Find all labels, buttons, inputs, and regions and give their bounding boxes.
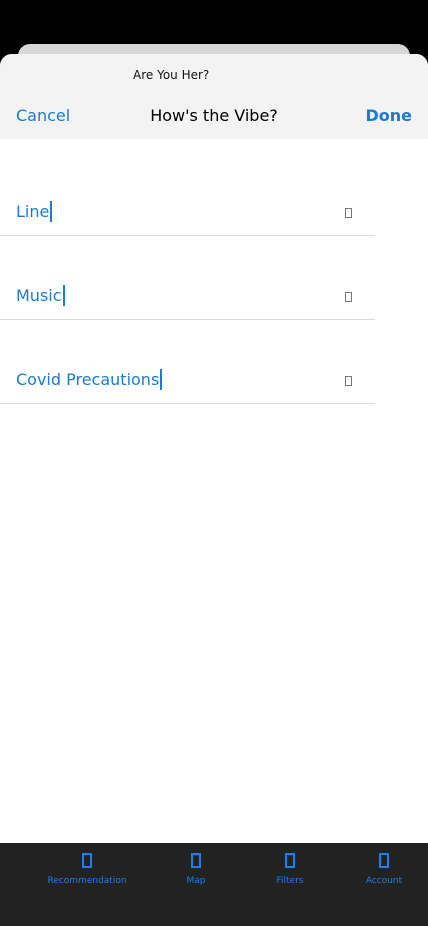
text-caret xyxy=(160,369,163,390)
tab-placeholder-icon xyxy=(82,853,92,868)
tab-recommendation[interactable]: Recommendation xyxy=(37,853,137,886)
line-field-input[interactable]: Line xyxy=(16,201,53,222)
square-outline-icon[interactable] xyxy=(345,376,352,386)
page-title: How's the Vibe? xyxy=(150,106,278,125)
done-button[interactable]: Done xyxy=(365,106,412,125)
tab-account[interactable]: Account xyxy=(334,853,428,886)
tab-placeholder-icon xyxy=(191,853,201,868)
line-field-text: Line xyxy=(16,202,50,221)
tab-placeholder-icon xyxy=(379,853,389,868)
tab-filters[interactable]: Filters xyxy=(240,853,340,886)
nav-subtitle: Are You Her? xyxy=(133,68,210,82)
square-outline-icon[interactable] xyxy=(345,292,352,302)
line-field[interactable]: Line xyxy=(0,195,375,236)
music-field-text: Music xyxy=(16,286,62,305)
tab-recommendation-label: Recommendation xyxy=(47,876,127,886)
covid-precautions-field[interactable]: Covid Precautions xyxy=(0,363,375,404)
square-outline-icon[interactable] xyxy=(345,208,352,218)
tab-filters-label: Filters xyxy=(276,876,304,886)
text-caret xyxy=(50,201,53,222)
tab-map-label: Map xyxy=(186,876,206,886)
music-field-input[interactable]: Music xyxy=(16,285,65,306)
navigation-bar: Are You Her? Cancel How's the Vibe? Done xyxy=(0,54,428,139)
tab-placeholder-icon xyxy=(285,853,295,868)
tab-account-label: Account xyxy=(365,876,403,886)
modal-sheet: Are You Her? Cancel How's the Vibe? Done… xyxy=(0,54,428,843)
text-caret xyxy=(62,285,65,306)
tab-bar: Recommendation Map Filters Account xyxy=(0,843,428,926)
music-field[interactable]: Music xyxy=(0,279,375,320)
covid-precautions-field-input[interactable]: Covid Precautions xyxy=(16,369,163,390)
tab-map[interactable]: Map xyxy=(146,853,246,886)
covid-precautions-field-text: Covid Precautions xyxy=(16,370,160,389)
